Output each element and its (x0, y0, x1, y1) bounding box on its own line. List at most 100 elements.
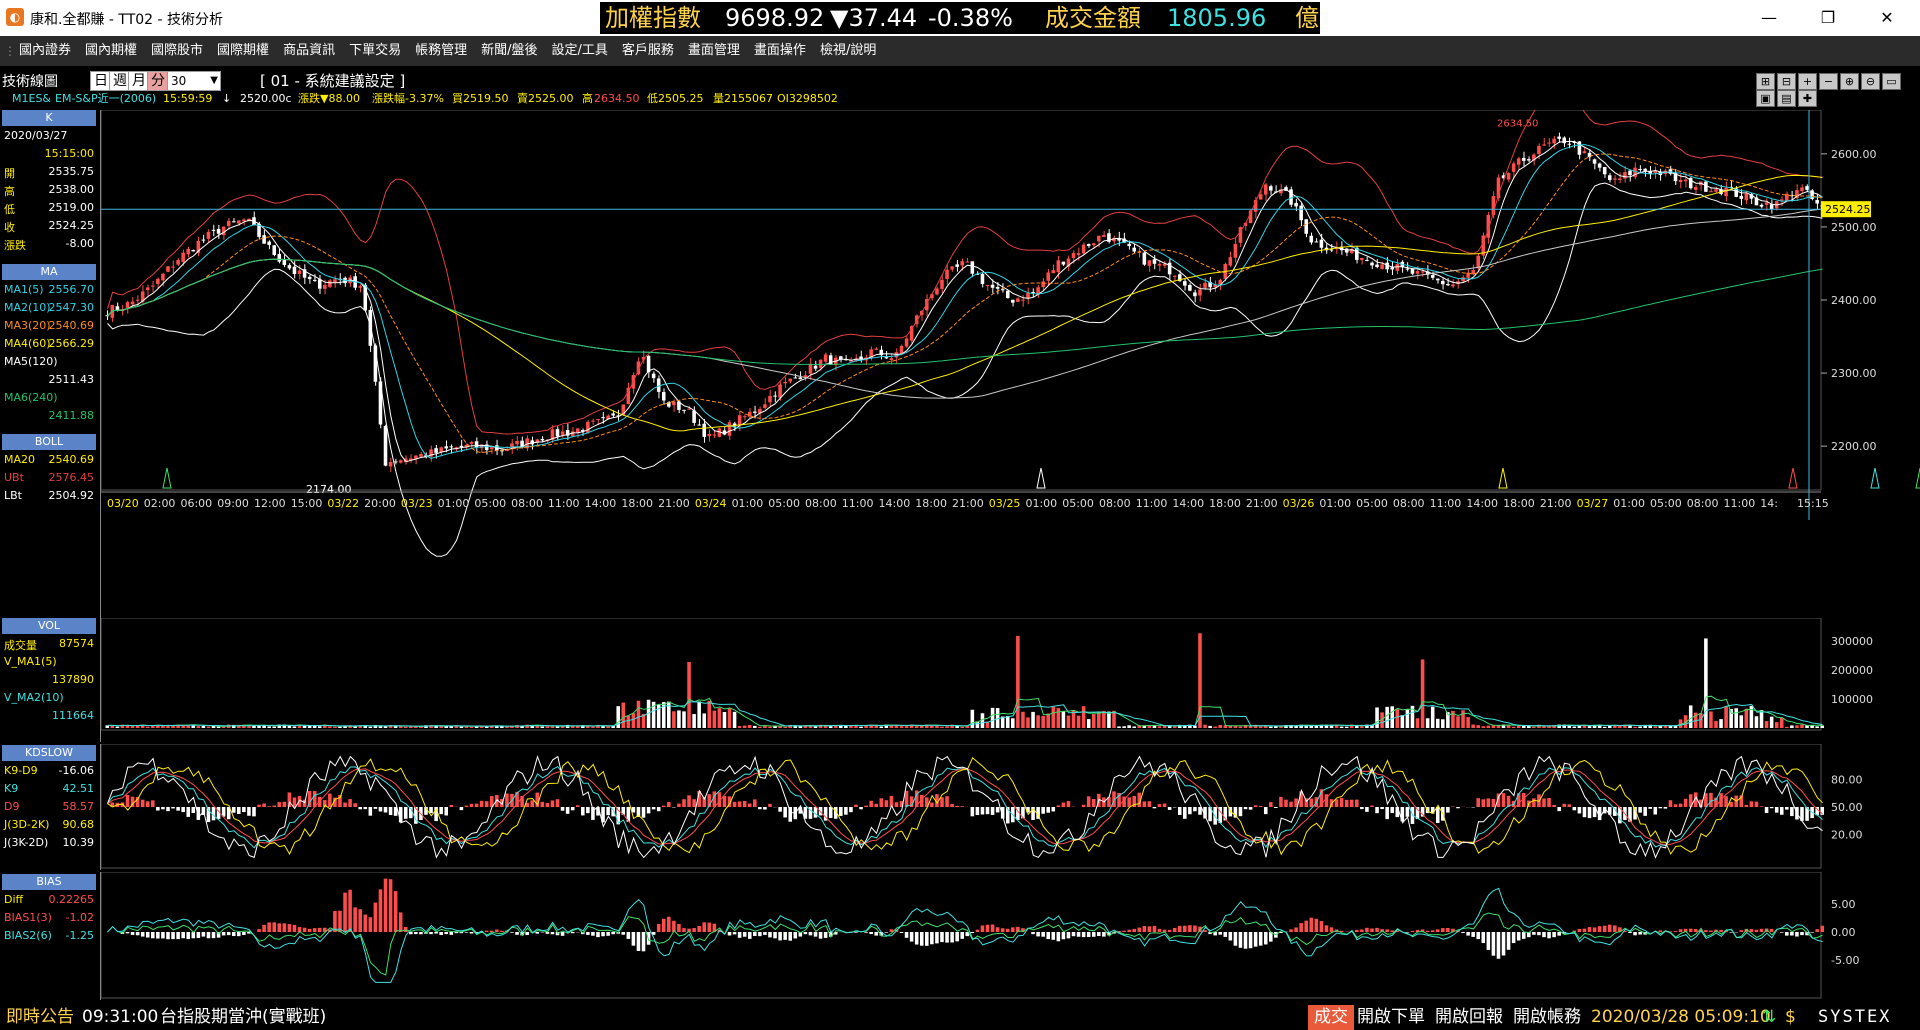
candle-body (702, 423, 706, 437)
kd-diff-bar (403, 807, 408, 819)
side-boll-value: 2540.69 (48, 453, 95, 466)
notice-label[interactable]: 即時公告 (6, 1005, 74, 1030)
kd-diff-bar (813, 807, 818, 818)
menu-item-8[interactable]: 設定/工具 (545, 36, 615, 66)
bias-diff-bar (419, 932, 423, 935)
volume-bar (707, 700, 712, 728)
bias-diff-bar (1446, 927, 1450, 932)
candle-body (940, 279, 944, 289)
volume-bar (1405, 709, 1410, 728)
menu-item-2[interactable]: 國際股市 (144, 36, 210, 66)
kd-diff-bar (1759, 806, 1764, 807)
menu-item-12[interactable]: 檢視/說明 (813, 36, 883, 66)
kd-diff-bar (474, 803, 479, 807)
bias-diff-bar (1795, 932, 1799, 937)
bias-diff-bar (1005, 928, 1010, 932)
x-tick-label: 08:00 (1099, 497, 1131, 510)
plus-icon[interactable]: + (1798, 73, 1817, 90)
bias-diff-bar (535, 932, 540, 934)
menu-item-9[interactable]: 客戶服務 (615, 36, 681, 66)
side-k-header: K (2, 110, 96, 126)
candle-body (398, 460, 403, 463)
candle-body (1344, 248, 1349, 253)
bias-diff-bar (1785, 932, 1789, 936)
menu-item-10[interactable]: 畫面管理 (681, 36, 747, 66)
price-chart[interactable]: 2600.00 2500.00 2400.00 2300.00 2200.00 2524.… (100, 85, 1920, 618)
interval-select[interactable]: 30 ▼ (167, 71, 221, 91)
volume-bar (747, 724, 752, 728)
volume-bar (201, 725, 206, 728)
window-icon[interactable]: ▭ (1882, 73, 1901, 90)
x-tick-label: 20:00 (364, 497, 396, 510)
bias-diff-bar (697, 925, 701, 932)
kd-diff-bar (1491, 798, 1496, 807)
side-vol-label: 成交量 (4, 639, 37, 652)
kd-diff-bar (1051, 807, 1056, 812)
menu-item-11[interactable]: 畫面操作 (747, 36, 813, 66)
volume-bar (1238, 726, 1243, 728)
setting-label[interactable]: [ 01 - 系統建議設定 ] (260, 70, 405, 91)
kd-diff-bar (884, 800, 889, 807)
candle-body (1714, 189, 1718, 192)
bias-diff-bar (1532, 932, 1536, 935)
volume-bar (1041, 715, 1045, 728)
menu-item-4[interactable]: 商品資訊 (276, 36, 342, 66)
side-ma-label: MA4(60) (4, 337, 51, 350)
bias-diff-bar (292, 924, 297, 932)
kd-diff-bar (1764, 807, 1769, 814)
menu-item-7[interactable]: 新聞/盤後 (474, 36, 544, 66)
bias-diff-bar (1511, 932, 1516, 944)
volume-bar (899, 726, 904, 728)
candle-body (586, 421, 590, 433)
volume-bar (368, 726, 373, 728)
menu-item-3[interactable]: 國際期權 (210, 36, 276, 66)
menu-item-0[interactable]: 國內證券 (12, 36, 78, 66)
minus-box-icon[interactable]: ⊟ (1777, 73, 1796, 90)
volume-bar (1471, 724, 1475, 728)
bias-diff-bar (1633, 932, 1637, 936)
menu-item-6[interactable]: 帳務管理 (408, 36, 474, 66)
side-vol-value: 87574 (59, 637, 94, 650)
zoom-out-icon[interactable]: ⊖ (1861, 73, 1880, 90)
open-order-button[interactable]: 開啟下單 (1357, 1005, 1425, 1030)
candle-body (1142, 252, 1147, 265)
volume-bar (221, 726, 226, 728)
zoom-in-icon[interactable]: ⊕ (1840, 73, 1859, 90)
close-button[interactable]: ✕ (1867, 6, 1907, 30)
open-report-button[interactable]: 開啟回報 (1435, 1005, 1503, 1030)
bias-diff-bar (272, 922, 276, 932)
kd-diff-bar (1086, 796, 1091, 807)
minimize-button[interactable]: — (1749, 6, 1789, 30)
minus-icon[interactable]: − (1819, 73, 1838, 90)
kd-diff-bar (161, 807, 165, 810)
volume-bar (1400, 715, 1405, 728)
candle-body (1815, 199, 1819, 204)
kd-diff-bar (550, 800, 555, 807)
menu-item-1[interactable]: 國內期權 (78, 36, 144, 66)
open-account-button[interactable]: 開啟帳務 (1513, 1005, 1581, 1030)
bias-diff-bar (1223, 932, 1228, 937)
side-kd-label: J(3D-2K) (4, 818, 50, 831)
maximize-button[interactable]: ❐ (1808, 6, 1848, 30)
trade-button[interactable]: 成交 (1308, 1005, 1354, 1030)
kd-chart[interactable]: 80.00 50.00 20.00 (100, 743, 1920, 870)
high-annotation: 2634.50 (1497, 119, 1538, 130)
volume-bar (828, 726, 833, 728)
candle-body (388, 462, 393, 467)
kd-diff-bar (1648, 807, 1652, 809)
kd-diff-bar (575, 805, 580, 807)
bias-diff-bar (560, 932, 565, 936)
bias-diff-bar (1243, 932, 1248, 949)
menu-item-5[interactable]: 下單交易 (342, 36, 408, 66)
notice-message[interactable]: 台指股期當沖(實戰班) (160, 1005, 326, 1030)
side-vol-row: 137890 (0, 670, 98, 688)
bias-chart[interactable]: 5.00 0.00 -5.00 (100, 871, 1920, 1000)
side-ma-row: 2511.43 (0, 370, 98, 388)
volume-chart[interactable]: 300000 200000 100000 (100, 617, 1920, 742)
period-minute-button[interactable]: 分 (147, 71, 169, 91)
quote-name: EM-S&P近一(2006) (55, 92, 157, 105)
bias-diff-bar (373, 902, 378, 932)
bias-diff-bar (1678, 929, 1683, 932)
plus-box-icon[interactable]: ⊞ (1756, 73, 1775, 90)
bias-diff-bar (1102, 932, 1106, 937)
